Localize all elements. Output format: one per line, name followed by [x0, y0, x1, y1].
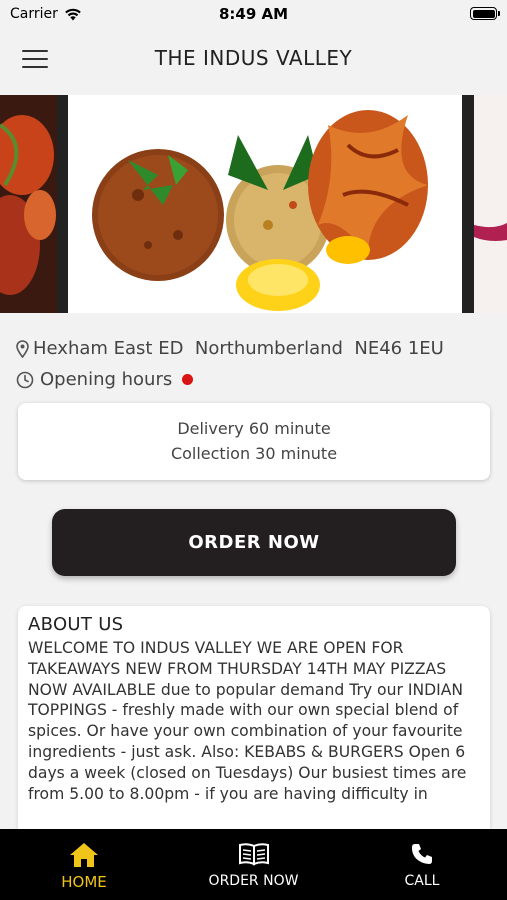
page-title: THE INDUS VALLEY — [154, 46, 353, 70]
open-status-indicator — [182, 374, 194, 385]
collection-time: Collection 30 minute — [170, 444, 338, 463]
food-image-main — [68, 95, 462, 313]
delivery-time: Delivery 60 minute — [177, 419, 331, 438]
opening-hours-label: Opening hours — [40, 369, 173, 390]
bottom-tab-bar: HOME ORDER NOW CALL — [0, 829, 507, 900]
restaurant-address: Hexham East ED Northumberland NE46 1EU — [16, 338, 444, 359]
address-text: Hexham East ED Northumberland NE46 1EU — [33, 338, 444, 359]
status-bar: Carrier 8:49 AM — [0, 0, 507, 30]
location-pin-icon — [16, 339, 29, 358]
tab-call[interactable]: CALL — [380, 829, 464, 900]
tab-home[interactable]: HOME — [28, 829, 140, 900]
tab-call-label: CALL — [404, 873, 440, 889]
about-us-card: ABOUT US WELCOME TO INDUS VALLEY WE ARE … — [18, 606, 490, 846]
tab-order-now-label: ORDER NOW — [208, 873, 299, 889]
battery-icon — [470, 7, 500, 20]
phone-icon — [411, 844, 432, 864]
food-image-right — [474, 95, 507, 313]
about-us-text: WELCOME TO INDUS VALLEY WE ARE OPEN FOR … — [28, 639, 467, 803]
food-image-left — [0, 95, 57, 313]
delivery-times-card: Delivery 60 minute Collection 30 minute — [18, 403, 490, 480]
menu-book-icon — [238, 843, 269, 866]
status-time: 8:49 AM — [218, 5, 289, 23]
home-icon — [70, 843, 98, 867]
opening-hours-row[interactable]: Opening hours — [16, 369, 194, 390]
tab-order-now[interactable]: ORDER NOW — [190, 829, 317, 900]
tab-home-label: HOME — [61, 873, 107, 891]
clock-icon — [16, 371, 34, 388]
order-now-button[interactable]: ORDER NOW — [52, 509, 456, 576]
nav-bar: THE INDUS VALLEY — [0, 30, 507, 92]
about-us-title: ABOUT US — [28, 614, 124, 635]
hero-image-carousel[interactable] — [0, 95, 507, 313]
